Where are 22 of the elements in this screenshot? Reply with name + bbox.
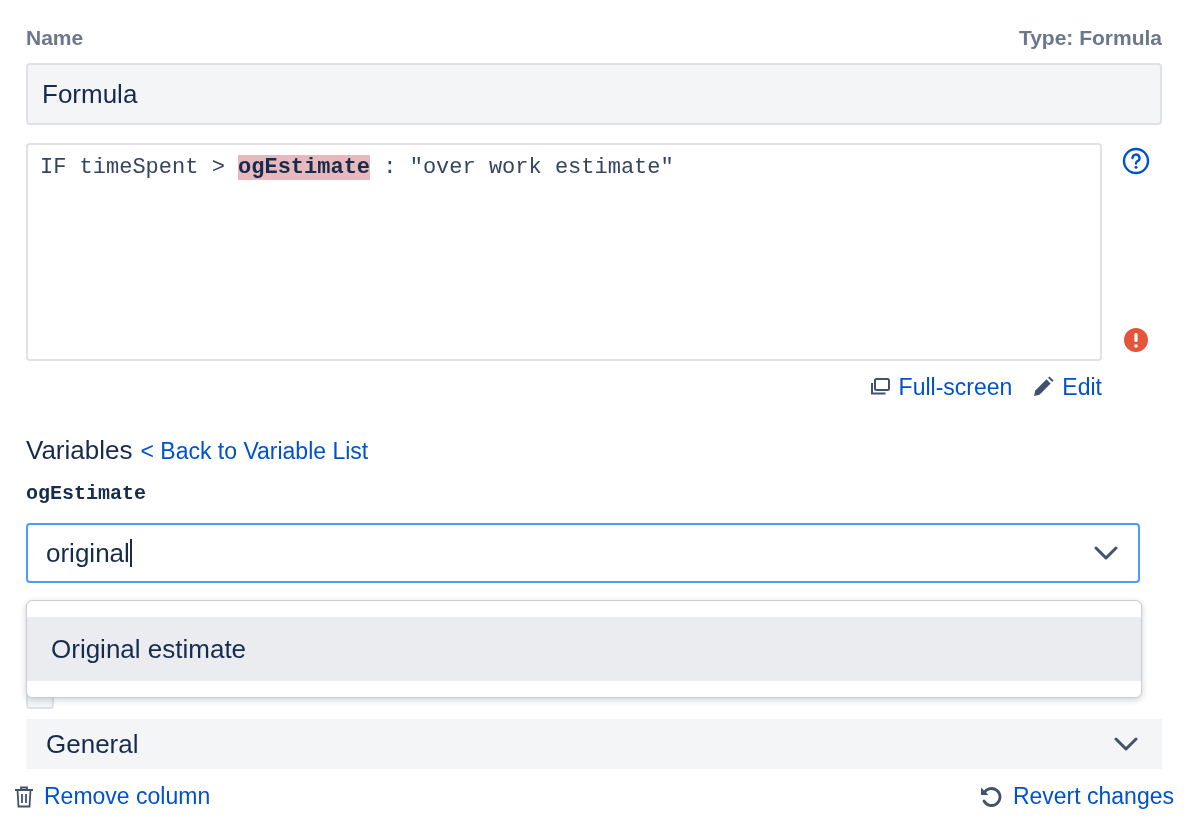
name-input-field[interactable]: Formula [26,63,1162,125]
remove-column-link[interactable]: Remove column [14,783,211,810]
help-icon[interactable] [1122,147,1150,175]
chevron-down-icon [1114,737,1138,751]
type-label: Type: Formula [1018,26,1162,51]
general-section-header[interactable]: General [26,719,1162,769]
variables-heading: Variables [26,435,133,466]
fullscreen-link[interactable]: Full-screen [868,373,1013,401]
formula-editor[interactable]: IF timeSpent > ogEstimate : "over work estimate" [26,143,1102,361]
dropdown-option[interactable]: Original estimate [27,617,1141,681]
chevron-down-icon [1094,546,1118,560]
variable-select[interactable]: original [26,523,1140,583]
undo-icon [978,784,1003,809]
name-label: Name [26,26,84,51]
trash-icon [14,785,34,808]
pencil-icon [1032,376,1055,398]
back-link[interactable]: < Back to Variable List [140,438,369,465]
windows-icon [868,377,891,397]
variable-name: ogEstimate [26,482,148,505]
revert-changes-link[interactable]: Revert changes [978,783,1174,810]
text-cursor [129,539,132,567]
edit-link[interactable]: Edit [1032,373,1102,401]
